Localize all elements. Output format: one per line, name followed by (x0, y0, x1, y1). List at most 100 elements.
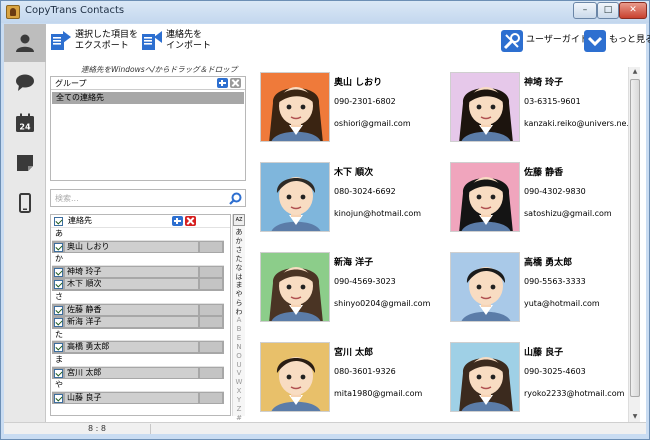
group-item[interactable]: 全ての連絡先 (52, 92, 244, 104)
export-selected-button[interactable]: 選択した項目を エクスポート (50, 29, 140, 55)
search-placeholder: 検索... (55, 194, 79, 203)
scroll-thumb[interactable] (630, 79, 640, 397)
list-section-header[interactable]: ま (52, 354, 224, 367)
sort-az-button[interactable]: AZ (233, 214, 245, 226)
select-all-checkbox[interactable] (54, 217, 63, 226)
avatar[interactable] (450, 72, 520, 142)
vertical-scrollbar[interactable]: ▲ ▼ (628, 67, 640, 422)
list-item[interactable]: 新海 洋子 (52, 316, 224, 329)
contact-list-title: 連絡先 (68, 216, 92, 225)
contact-checkbox[interactable] (54, 305, 63, 315)
sidebar-item-phone[interactable] (4, 184, 46, 222)
avatar[interactable] (260, 162, 330, 232)
contact-card[interactable]: 山藤 良子 090-3025-4603 ryoko2233@hotmail.com (450, 342, 630, 418)
avatar[interactable] (260, 252, 330, 322)
contact-checkbox[interactable] (54, 343, 63, 353)
index-letter[interactable]: Z (233, 405, 245, 413)
index-letter[interactable]: O (233, 352, 245, 360)
contact-checkbox[interactable] (54, 393, 63, 403)
list-item[interactable]: 高橋 勇太郎 (52, 341, 224, 354)
list-item[interactable]: 神埼 玲子 (52, 265, 224, 279)
close-button[interactable]: ✕ (619, 2, 647, 19)
contact-card-email: kanzaki.reiko@univers.ne.jp (524, 119, 637, 128)
contact-card[interactable]: 宮川 太郎 080-3601-9326 mita1980@gmail.com (260, 342, 440, 418)
contact-card-name: 奥山 しおり (334, 78, 383, 88)
contact-card[interactable]: 神埼 玲子 03-6315-9601 kanzaki.reiko@univers.n… (450, 72, 636, 148)
contact-card-phone: 090-4302-9830 (524, 187, 586, 196)
contact-card-email: ryoko2233@hotmail.com (524, 389, 625, 398)
list-item[interactable]: 宮川 太郎 (52, 366, 224, 380)
contact-card-name: 高橋 勇太郎 (524, 258, 573, 268)
contact-card[interactable]: 佐藤 静香 090-4302-9830 satoshizu@gmail.com (450, 162, 630, 238)
contact-name: 新海 洋子 (65, 317, 198, 328)
contact-checkbox[interactable] (54, 280, 63, 290)
sidebar-item-calendar[interactable]: 24 (4, 104, 46, 142)
list-section-header[interactable]: さ (52, 291, 224, 304)
delete-contact-icon[interactable] (185, 216, 196, 226)
contact-card-name: 神埼 玲子 (524, 78, 564, 88)
sidebar-item-messages[interactable] (4, 64, 46, 102)
contact-card-name: 木下 順次 (334, 168, 374, 178)
list-section-header[interactable]: あ (52, 228, 224, 241)
index-letter[interactable]: B (233, 325, 245, 333)
contact-checkbox[interactable] (54, 368, 63, 378)
index-letter[interactable]: Y (233, 396, 245, 404)
contact-card-email: shinyo0204@gmail.com (334, 299, 431, 308)
avatar[interactable] (260, 342, 330, 412)
list-section-header[interactable]: か (52, 253, 224, 266)
index-letter[interactable]: X (233, 387, 245, 395)
list-item[interactable]: 山藤 良子 (52, 391, 224, 405)
contact-name: 山藤 良子 (65, 392, 198, 403)
scroll-down-arrow[interactable]: ▼ (629, 412, 641, 422)
add-contact-icon[interactable] (172, 216, 183, 226)
contact-checkbox[interactable] (54, 267, 63, 277)
add-group-icon[interactable] (217, 78, 228, 88)
contact-checkbox[interactable] (54, 318, 63, 328)
contact-card[interactable]: 奥山 しおり 090-2301-6802 oshiori@gmail.com (260, 72, 440, 148)
index-letter[interactable]: U (233, 361, 245, 369)
list-item[interactable]: 木下 順次 (52, 278, 224, 291)
search-box[interactable]: 検索... (50, 189, 246, 207)
groups-panel: グループ 全ての連絡先 (50, 76, 246, 181)
window-title: CopyTrans Contacts (25, 5, 125, 16)
index-letter[interactable]: A (233, 316, 245, 324)
more-button[interactable]: もっと見る (584, 29, 650, 55)
row-spacer (200, 279, 222, 290)
avatar[interactable] (450, 162, 520, 232)
list-item[interactable]: 奥山 しおり (52, 240, 224, 254)
index-letter[interactable]: V (233, 369, 245, 377)
scroll-up-arrow[interactable]: ▲ (629, 67, 641, 77)
messages-icon (16, 74, 34, 91)
contact-card-phone: 080-3024-6692 (334, 187, 396, 196)
list-section-header[interactable]: や (52, 379, 224, 392)
index-letter[interactable]: N (233, 343, 245, 351)
title-bar[interactable]: CopyTrans Contacts – □ ✕ (1, 1, 649, 23)
contact-checkbox[interactable] (54, 242, 63, 252)
import-contacts-button[interactable]: 連絡先を インポート (141, 29, 211, 55)
app-logo-icon (6, 5, 20, 19)
contact-card[interactable]: 新海 洋子 090-4569-3023 shinyo0204@gmail.com (260, 252, 440, 328)
phone-icon (19, 193, 31, 213)
delete-group-icon[interactable] (230, 78, 241, 88)
import-icon (142, 31, 162, 50)
sidebar-item-contacts[interactable] (4, 24, 46, 62)
avatar[interactable] (450, 252, 520, 322)
search-icon[interactable] (229, 192, 242, 205)
contact-card[interactable]: 高橋 勇太郎 090-5563-3333 yuta@hotmail.com (450, 252, 630, 328)
avatar[interactable] (260, 72, 330, 142)
index-letter[interactable]: E (233, 334, 245, 342)
sidebar-item-notes[interactable] (4, 144, 46, 182)
groups-header: グループ (55, 79, 87, 88)
status-divider (150, 424, 151, 434)
index-letter[interactable]: W (233, 378, 245, 386)
list-item[interactable]: 佐藤 静香 (52, 303, 224, 317)
minimize-button[interactable]: – (573, 2, 597, 19)
user-guide-button[interactable]: ユーザーガイド (501, 29, 589, 55)
maximize-button[interactable]: □ (597, 2, 619, 19)
list-section-header[interactable]: た (52, 328, 224, 342)
contact-card-phone: 090-3025-4603 (524, 367, 586, 376)
avatar[interactable] (450, 342, 520, 412)
index-letter[interactable]: # (233, 414, 245, 422)
contact-card[interactable]: 木下 順次 080-3024-6692 kinojun@hotmail.com (260, 162, 440, 238)
calendar-day-text: 24 (19, 123, 31, 132)
